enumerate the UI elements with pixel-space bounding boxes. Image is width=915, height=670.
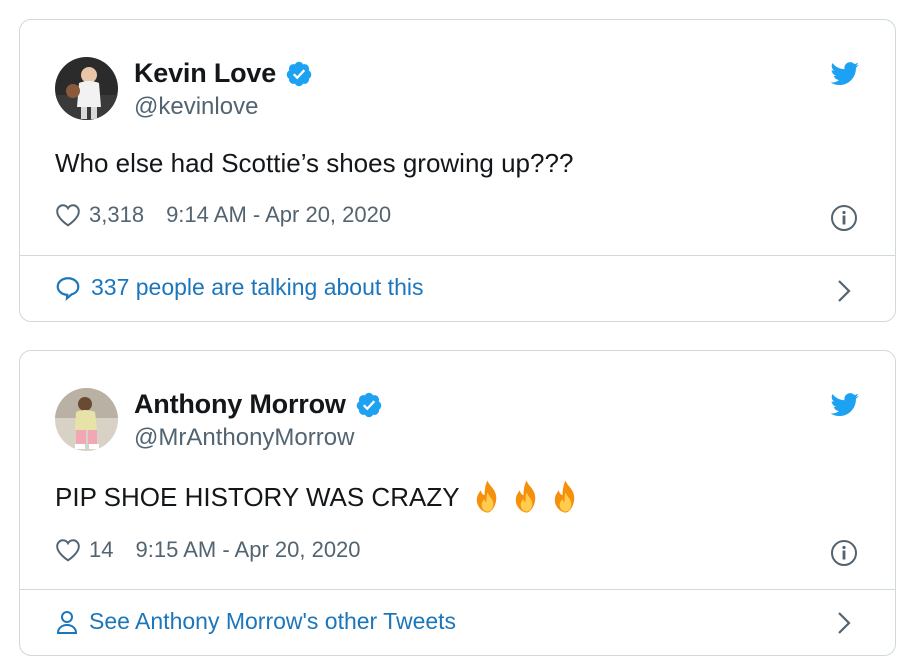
display-name[interactable]: Anthony Morrow <box>134 389 346 420</box>
conversation-link[interactable]: 337 people are talking about this <box>55 274 423 301</box>
avatar[interactable] <box>55 57 118 120</box>
conversation-link-label[interactable]: 337 people are talking about this <box>91 274 423 301</box>
twitter-bird-icon[interactable] <box>830 62 860 86</box>
other-tweets-link[interactable]: See Anthony Morrow's other Tweets <box>55 608 456 635</box>
chevron-right-icon[interactable] <box>837 611 851 635</box>
user-handle[interactable]: @kevinlove <box>134 93 258 121</box>
verified-badge-icon <box>356 392 381 417</box>
verified-badge-icon <box>286 61 312 86</box>
heart-icon[interactable] <box>55 538 81 562</box>
tweet-meta: 3,318 9:14 AM - Apr 20, 2020 <box>55 202 391 228</box>
tweet-meta: 14 9:15 AM - Apr 20, 2020 <box>55 537 361 563</box>
divider <box>20 589 895 590</box>
timestamp[interactable]: 9:14 AM - Apr 20, 2020 <box>166 202 391 228</box>
fire-emoji-icon <box>515 480 535 513</box>
info-icon[interactable] <box>830 539 858 567</box>
other-tweets-link-label[interactable]: See Anthony Morrow's other Tweets <box>89 608 456 635</box>
fire-emoji-group <box>470 479 587 515</box>
avatar[interactable] <box>55 388 118 451</box>
heart-icon[interactable] <box>55 203 81 227</box>
display-name[interactable]: Kevin Love <box>134 58 276 89</box>
twitter-bird-icon[interactable] <box>830 393 860 417</box>
user-handle[interactable]: @MrAnthonyMorrow <box>134 424 354 452</box>
fire-emoji-icon <box>476 480 496 513</box>
tweet-card[interactable]: Anthony Morrow @MrAnthonyMorrow PIP SHOE… <box>19 350 896 656</box>
speech-bubble-icon <box>56 276 80 301</box>
divider <box>20 255 895 256</box>
fire-emoji-icon <box>554 480 574 513</box>
tweet-text: PIP SHOE HISTORY WAS CRAZY <box>55 481 460 512</box>
timestamp[interactable]: 9:15 AM - Apr 20, 2020 <box>135 537 360 563</box>
info-icon[interactable] <box>830 204 858 232</box>
tweet-card[interactable]: Kevin Love @kevinlove Who else had Scott… <box>19 19 896 322</box>
chevron-right-icon[interactable] <box>837 279 851 303</box>
person-icon <box>56 610 78 634</box>
tweet-text: Who else had Scottie’s shoes growing up?… <box>55 148 574 178</box>
like-count[interactable]: 14 <box>89 537 113 563</box>
like-count[interactable]: 3,318 <box>89 202 144 228</box>
tweet-text-row: PIP SHOE HISTORY WAS CRAZY <box>55 479 587 515</box>
